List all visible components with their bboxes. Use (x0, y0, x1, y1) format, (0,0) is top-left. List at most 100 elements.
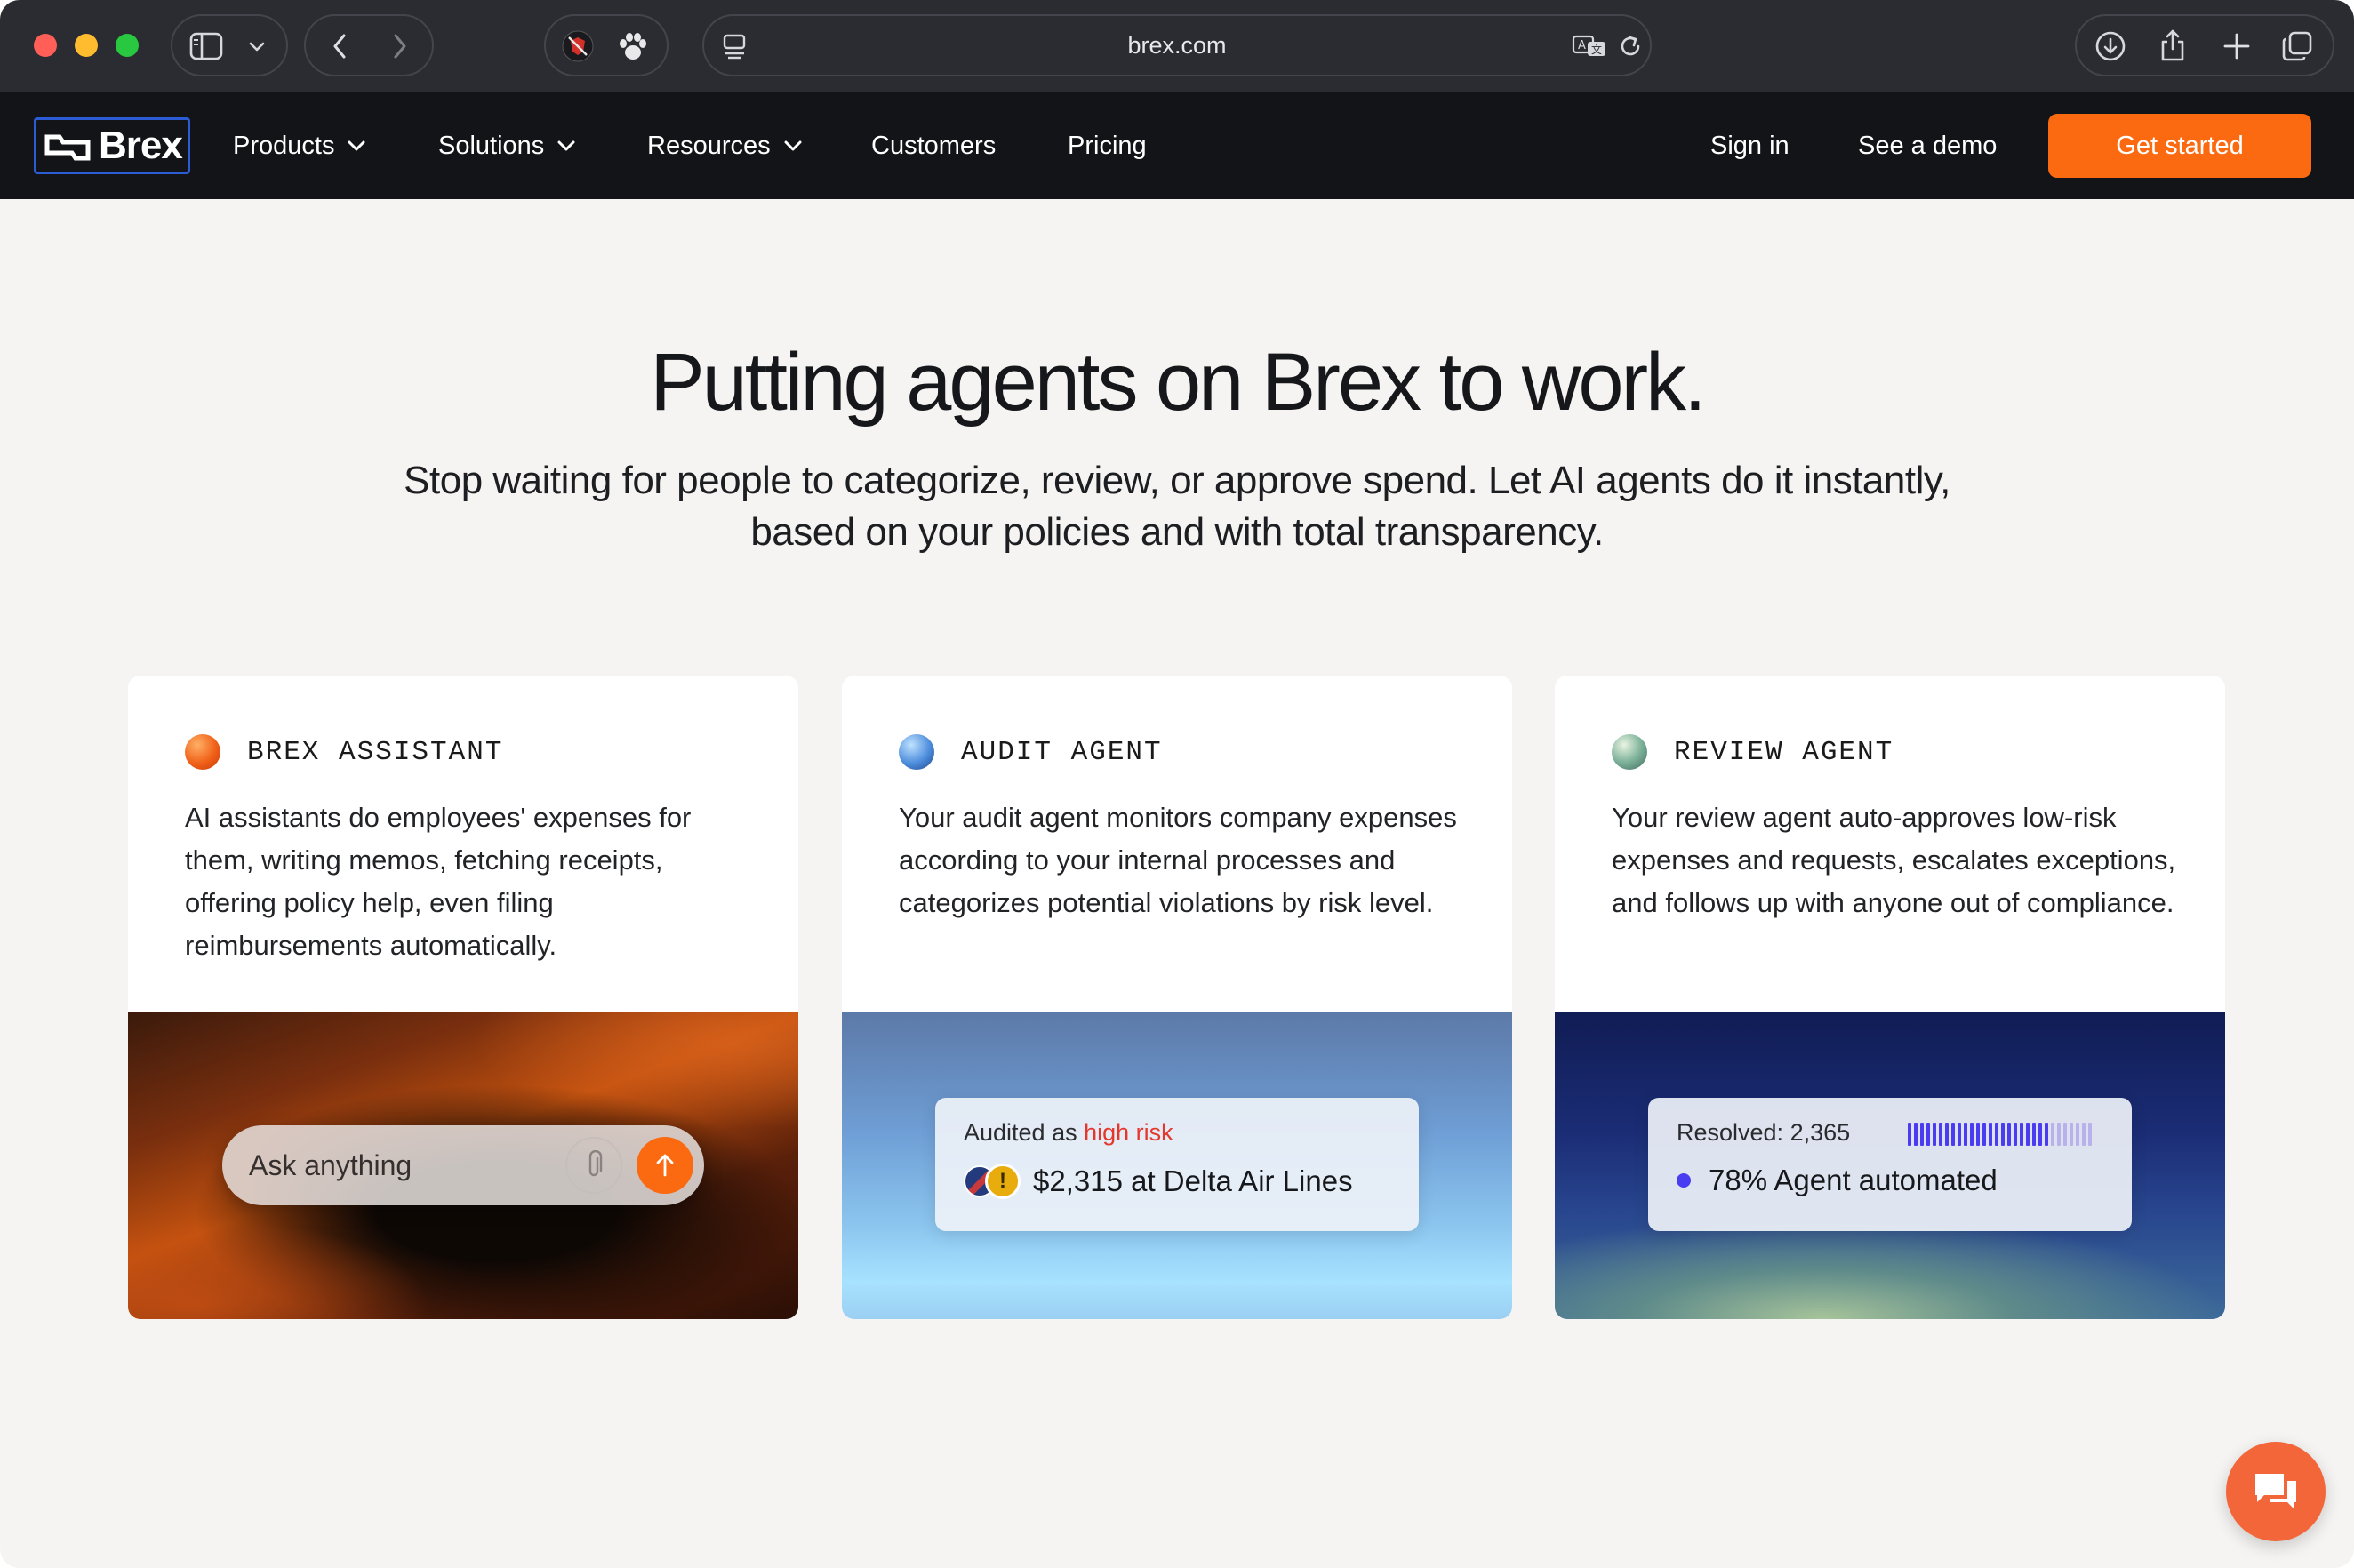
transaction-amount: $2,315 at Delta Air Lines (1033, 1164, 1353, 1197)
chevron-left-icon[interactable] (324, 30, 356, 62)
nav-pricing[interactable]: Pricing (1068, 92, 1147, 199)
progress-tick (1945, 1123, 1949, 1146)
audit-status: Audited as high risk (964, 1119, 1173, 1147)
site-navbar: Brex Products Solutions Resources Custom… (0, 92, 2354, 199)
progress-tick (2070, 1123, 2073, 1146)
review-agent-card: REVIEW AGENT Your review agent auto-appr… (1555, 676, 2225, 1319)
translate-icon[interactable]: A文 (1570, 28, 1609, 64)
browser-window: brex.com A文 Brex Products Solutions Reso… (0, 0, 2354, 1568)
progress-tick (1958, 1123, 1961, 1146)
sidebar-toggle-group[interactable] (171, 14, 288, 76)
progress-tick (2032, 1123, 2036, 1146)
audit-transaction: ! $2,315 at Delta Air Lines (964, 1164, 1353, 1199)
chevron-down-icon (556, 140, 576, 152)
card-label: REVIEW AGENT (1674, 736, 1894, 768)
zoom-window-button[interactable] (116, 34, 139, 57)
assistant-visual: Ask anything (128, 1012, 798, 1319)
plus-icon[interactable] (2217, 27, 2256, 66)
nav-resources-label: Resources (647, 131, 771, 160)
minimize-window-button[interactable] (75, 34, 98, 57)
nav-pricing-label: Pricing (1068, 131, 1147, 160)
nav-resources[interactable]: Resources (647, 92, 803, 199)
nav-products[interactable]: Products (233, 92, 366, 199)
brex-assistant-card: BREX ASSISTANT AI assistants do employee… (128, 676, 798, 1319)
hero-subtitle: Stop waiting for people to categorize, r… (267, 455, 2087, 558)
card-description: Your audit agent monitors company expens… (899, 802, 1457, 918)
shield-extension-icon[interactable] (558, 27, 597, 66)
share-icon[interactable] (2153, 25, 2192, 66)
progress-tick (2063, 1123, 2067, 1146)
green-orb-icon (1612, 734, 1647, 770)
progress-tick (2001, 1123, 2005, 1146)
progress-tick (2057, 1123, 2061, 1146)
progress-tick (1920, 1123, 1924, 1146)
progress-tick (2007, 1123, 2011, 1146)
chat-bubbles-icon (2255, 1474, 2296, 1509)
ask-anything-input[interactable]: Ask anything (222, 1125, 704, 1205)
progress-tick (2020, 1123, 2023, 1146)
progress-tick (1926, 1123, 1930, 1146)
ask-input-placeholder[interactable]: Ask anything (249, 1125, 412, 1205)
logo-text: Brex (99, 124, 183, 167)
status-dot-icon (1677, 1173, 1691, 1188)
progress-tick (2088, 1123, 2092, 1146)
close-window-button[interactable] (34, 34, 57, 57)
card-label: AUDIT AGENT (961, 736, 1163, 768)
chat-launcher-button[interactable] (2226, 1442, 2326, 1541)
card-description: Your review agent auto-approves low-risk… (1612, 802, 2176, 918)
arrow-up-icon[interactable] (637, 1137, 693, 1194)
hero-subtitle-line-1: Stop waiting for people to categorize, r… (404, 459, 1950, 502)
blue-orb-icon (899, 734, 934, 770)
progress-tick (1982, 1123, 1986, 1146)
card-label: BREX ASSISTANT (247, 736, 504, 768)
see-demo-link[interactable]: See a demo (1858, 92, 1997, 199)
nav-products-label: Products (233, 131, 335, 160)
progress-tick (1970, 1123, 1974, 1146)
progress-tick (1933, 1123, 1936, 1146)
download-icon[interactable] (2091, 27, 2130, 66)
progress-tick (1914, 1123, 1918, 1146)
progress-tick (2038, 1123, 2042, 1146)
browser-actions-group (2075, 14, 2334, 76)
history-nav-group (304, 14, 434, 76)
nav-solutions-label: Solutions (438, 131, 545, 160)
orange-orb-icon (185, 734, 220, 770)
get-started-button[interactable]: Get started (2048, 114, 2311, 178)
audit-visual: Audited as high risk ! $2,315 at Delta A… (842, 1012, 1512, 1319)
progress-tick (2076, 1123, 2079, 1146)
chevron-down-icon (783, 140, 803, 152)
progress-tick (2082, 1123, 2086, 1146)
tabs-overview-icon[interactable] (2278, 27, 2317, 66)
brex-logo-mark-icon (44, 134, 91, 161)
svg-text:文: 文 (1591, 43, 1602, 56)
chevron-down-icon[interactable] (244, 34, 270, 60)
progress-tick (2045, 1123, 2048, 1146)
card-header: REVIEW AGENT (1612, 734, 1894, 770)
progress-tick (1976, 1123, 1980, 1146)
nav-solutions[interactable]: Solutions (438, 92, 576, 199)
progress-tick (1989, 1123, 1992, 1146)
chevron-down-icon (347, 140, 366, 152)
paperclip-icon[interactable] (565, 1137, 622, 1194)
url-text[interactable]: brex.com (704, 16, 1650, 75)
paw-icon[interactable] (613, 27, 653, 66)
card-header: AUDIT AGENT (899, 734, 1163, 770)
chevron-right-icon[interactable] (384, 30, 416, 62)
progress-tick (2026, 1123, 2030, 1146)
reload-icon[interactable] (1613, 28, 1648, 64)
progress-tick (2051, 1123, 2054, 1146)
hero-title: Putting agents on Brex to work. (650, 337, 1706, 428)
automation-progress-bar (1908, 1123, 2094, 1146)
review-result-box: Resolved: 2,365 78% Agent automated (1648, 1098, 2132, 1231)
automation-share-text: 78% Agent automated (1709, 1164, 1998, 1196)
audit-risk-level: high risk (1084, 1119, 1173, 1146)
progress-tick (1995, 1123, 1998, 1146)
sign-in-link[interactable]: Sign in (1710, 92, 1790, 199)
address-bar[interactable]: brex.com A文 (702, 14, 1652, 76)
sidebar-icon[interactable] (187, 27, 226, 66)
brex-logo[interactable]: Brex (34, 117, 190, 174)
progress-tick (1951, 1123, 1955, 1146)
nav-customers[interactable]: Customers (871, 92, 996, 199)
hero-subtitle-line-2: based on your policies and with total tr… (750, 510, 1604, 554)
card-description: AI assistants do employees' expenses for… (185, 802, 692, 961)
